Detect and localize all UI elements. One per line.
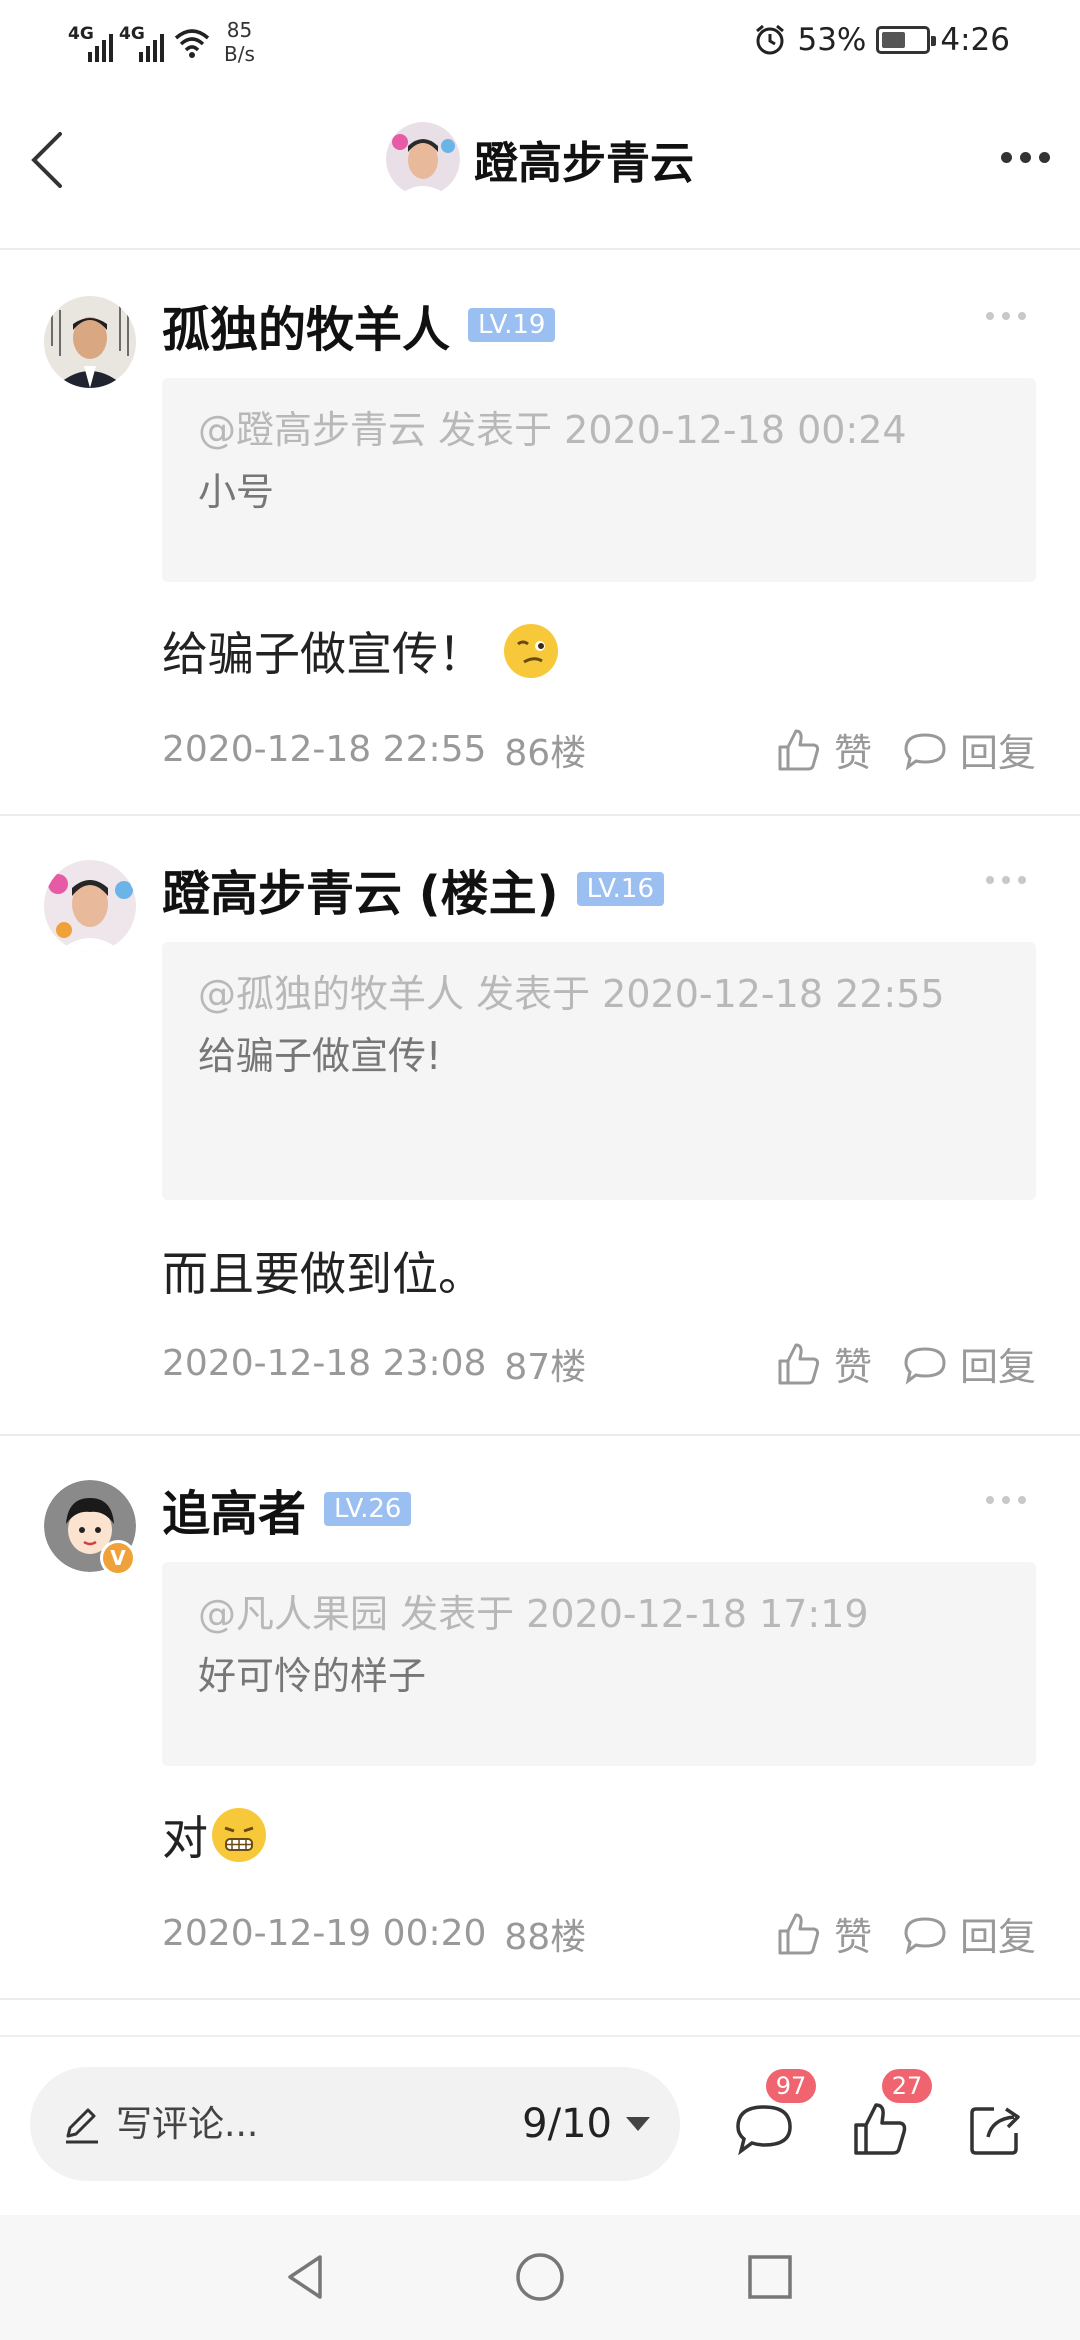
speed-value: 85 (226, 18, 253, 42)
comment-time: 2020-12-18 23:08 (162, 1343, 487, 1384)
speed-unit: B/s (224, 42, 255, 66)
floor-number: 86楼 (504, 732, 587, 774)
reply-button[interactable]: 回复 (900, 1336, 1036, 1391)
avatar[interactable] (44, 296, 136, 388)
top-nav-bar: 蹬高步青云 (0, 90, 1080, 250)
comment-author[interactable]: 蹬高步青云 (楼主) (162, 854, 559, 924)
comment-bubble-icon (904, 1346, 946, 1385)
status-left: 4G 4G 85 B/s (68, 18, 255, 66)
like-count-badge: 27 (882, 2069, 932, 2103)
reply-button[interactable]: 回复 (900, 722, 1036, 777)
comment-bubble-icon (904, 732, 946, 771)
quote-text: 给骗子做宣传! (198, 1034, 442, 1078)
nav-back-button[interactable] (276, 2245, 340, 2309)
reply-label: 回复 (959, 1915, 1036, 1959)
grimace-face-icon (212, 1808, 266, 1862)
level-badge: LV.19 (468, 308, 556, 342)
like-label: 赞 (833, 1915, 872, 1959)
comment-item: 蹬高步青云 (楼主) LV.16 @孤独的牧羊人 发表于 2020-12-18 … (0, 816, 1080, 1436)
battery-icon (876, 26, 937, 54)
verified-badge: V (100, 1540, 136, 1576)
reply-button[interactable]: 回复 (900, 1906, 1036, 1961)
alarm-icon (756, 24, 785, 55)
comment-author[interactable]: 孤独的牧羊人 (162, 290, 450, 360)
reply-label: 回复 (959, 1345, 1036, 1389)
comments-button[interactable]: 97 (732, 2069, 816, 2161)
comment-item: V 追高者 LV.26 @凡人果园 发表于 2020-12-18 17:19 好… (0, 1436, 1080, 2000)
share-icon (970, 2107, 1020, 2155)
level-badge: LV.16 (576, 872, 665, 906)
quote-meta: @凡人果园 发表于 2020-12-18 17:19 (198, 1592, 869, 1636)
page-indicator: 9/10 (522, 2101, 612, 2147)
nav-home-button[interactable] (508, 2245, 572, 2309)
quote-meta: @蹬高步青云 发表于 2020-12-18 00:24 (198, 408, 907, 452)
network-speed: 85 B/s (224, 18, 255, 66)
comment-author[interactable]: 追高者 (162, 1474, 306, 1544)
comment-text: 而且要做到位。 (162, 1247, 484, 1301)
like-button[interactable]: 赞 (774, 722, 872, 777)
avatar[interactable] (44, 860, 136, 952)
reply-label: 回复 (959, 731, 1036, 775)
floor-number: 88楼 (504, 1916, 587, 1958)
share-button[interactable] (964, 2097, 1028, 2161)
bottom-action-bar: 9/10 97 27 (0, 2035, 1080, 2215)
like-label: 赞 (833, 1345, 872, 1389)
wink-face-icon (504, 624, 558, 678)
quoted-reply[interactable]: @凡人果园 发表于 2020-12-18 17:19 好可怜的样子 (162, 1562, 1036, 1766)
system-nav-bar (0, 2215, 1080, 2340)
more-options-button[interactable] (1001, 152, 1050, 163)
level-badge: LV.26 (324, 1492, 412, 1526)
comment-text: 对 (162, 1811, 208, 1865)
comment-time: 2020-12-18 22:55 (162, 729, 487, 770)
comment-input[interactable] (116, 2103, 416, 2145)
floor-number: 87楼 (504, 1346, 587, 1388)
like-button[interactable]: 赞 (774, 1336, 872, 1391)
avatar[interactable] (386, 122, 460, 196)
caret-down-icon (626, 2117, 650, 2131)
signal-icon: 4G (68, 22, 113, 62)
thumbs-up-icon (778, 729, 820, 770)
like-label: 赞 (833, 731, 872, 775)
comment-more-button[interactable] (986, 1496, 1026, 1504)
thumbs-up-icon (778, 1913, 820, 1954)
thumbs-up-icon (778, 1343, 820, 1384)
quote-text: 小号 (198, 470, 275, 514)
page-title: 蹬高步青云 (474, 138, 694, 189)
status-right: 53% 4:26 (753, 22, 1010, 58)
page-selector[interactable]: 9/10 (522, 2101, 650, 2147)
write-comment-box[interactable]: 9/10 (30, 2067, 680, 2181)
comment-bubble-icon (736, 2105, 792, 2156)
like-post-button[interactable]: 27 (848, 2069, 932, 2161)
quoted-reply[interactable]: @孤独的牧羊人 发表于 2020-12-18 22:55 给骗子做宣传! (162, 942, 1036, 1200)
header-user[interactable]: 蹬高步青云 (0, 122, 1080, 196)
quote-meta: @孤独的牧羊人 发表于 2020-12-18 22:55 (198, 972, 945, 1016)
nav-recents-button[interactable] (738, 2245, 802, 2309)
comment-bubble-icon (904, 1916, 946, 1955)
signal-icon: 4G (119, 22, 164, 62)
comment-list: 孤独的牧羊人 LV.19 @蹬高步青云 发表于 2020-12-18 00:24… (0, 252, 1080, 2000)
comment-text: 给骗子做宣传！ (162, 627, 484, 681)
comment-more-button[interactable] (986, 312, 1026, 320)
status-bar: 4G 4G 85 B/s 53% 4:26 (0, 0, 1080, 90)
quote-text: 好可怜的样子 (198, 1654, 427, 1698)
comment-more-button[interactable] (986, 876, 1026, 884)
clock: 4:26 (940, 22, 1010, 58)
pen-icon (66, 2108, 98, 2144)
network-type-label: 4G (68, 24, 94, 44)
network-type-label: 4G (119, 24, 145, 44)
comment-time: 2020-12-19 00:20 (162, 1913, 487, 1954)
comment-item: 孤独的牧羊人 LV.19 @蹬高步青云 发表于 2020-12-18 00:24… (0, 252, 1080, 816)
wifi-icon (174, 29, 210, 58)
thumbs-up-icon (854, 2103, 907, 2155)
comment-count-badge: 97 (766, 2069, 816, 2103)
like-button[interactable]: 赞 (774, 1906, 872, 1961)
quoted-reply[interactable]: @蹬高步青云 发表于 2020-12-18 00:24 小号 (162, 378, 1036, 582)
battery-percent: 53% (797, 22, 867, 58)
